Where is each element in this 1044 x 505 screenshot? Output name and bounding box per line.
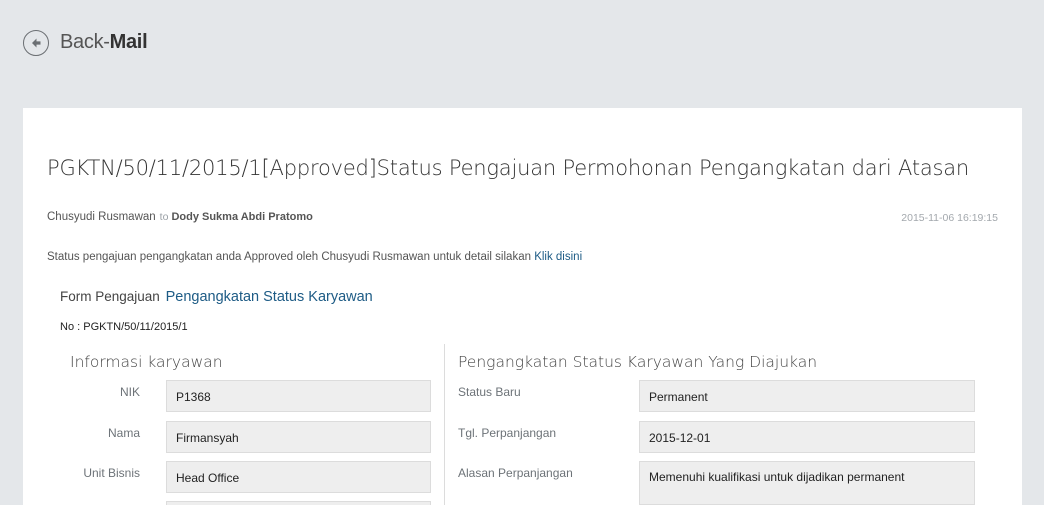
alasan-perpanjangan-label: Alasan Perpanjangan [458,466,573,480]
tgl-perpanjangan-field[interactable]: 2015-12-01 [639,421,975,453]
recipient-name: Dody Sukma Abdi Pratomo [171,211,313,223]
form-title-highlight: Pengangkatan Status Karyawan [165,289,373,305]
mail-body: Status pengajuan pengangkatan anda Appro… [47,251,582,263]
mail-date: 2015-11-06 16:19:15 [901,212,998,224]
back-button[interactable] [23,30,49,56]
form-title-prefix: Form Pengajuan [60,289,160,304]
employee-info-title: Informasi karyawan [70,353,223,371]
body-text: Status pengajuan pengangkatan anda Appro… [47,251,535,263]
tgl-perpanjangan-label: Tgl. Perpanjangan [458,426,557,440]
mail-subject: PGKTN/50/11/2015/1[Approved]Status Penga… [47,156,970,180]
form-title: Form Pengajuan Pengangkatan Status Karya… [60,289,373,305]
to-label: to [159,211,169,223]
mail-meta: Chusyudi Rusmawan to Dody Sukma Abdi Prato… [47,211,313,223]
form-number: No : PGKTN/50/11/2015/1 [60,321,188,333]
alasan-perpanjangan-field[interactable]: Memenuhi kualifikasi untuk dijadikan per… [639,461,975,505]
proposed-status-title: Pengangkatan Status Karyawan Yang Diajuk… [458,353,818,371]
status-baru-field[interactable]: Permanent [639,380,975,412]
unit-bisnis-field[interactable]: Head Office [166,461,431,493]
top-bar: Back-Mail [0,0,1044,108]
unit-bisnis-label: Unit Bisnis [83,466,140,480]
nama-field[interactable]: Firmansyah [166,421,431,453]
back-label: Back- [60,31,110,53]
sender-name: Chusyudi Rusmawan [47,211,156,223]
nik-label: NIK [119,385,140,399]
mail-panel: PGKTN/50/11/2015/1[Approved]Status Penga… [23,108,1022,505]
section-label: Mail [109,31,148,53]
arrow-left-icon [32,38,41,48]
detail-link[interactable]: Klik disini [534,251,582,263]
nik-field[interactable]: P1368 [166,380,431,412]
column-divider [444,344,445,505]
status-baru-label: Status Baru [458,385,521,399]
page-title[interactable]: Back-Mail [60,31,148,54]
nama-label: Nama [107,426,140,440]
next-field[interactable] [166,501,431,505]
